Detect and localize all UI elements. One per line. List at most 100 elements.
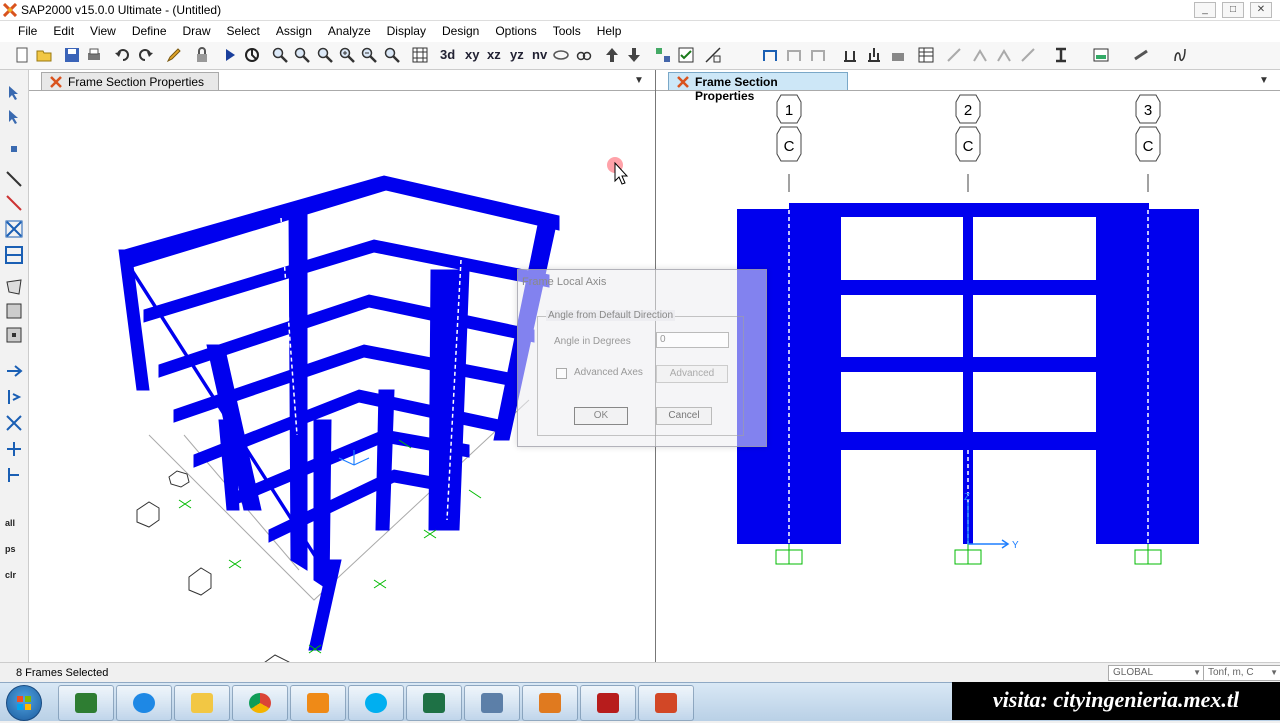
draw-link-icon[interactable] <box>5 362 23 380</box>
assign-frame-icon[interactable] <box>705 47 721 63</box>
taskbar-sap2000[interactable] <box>522 685 578 721</box>
show-grid-icon[interactable] <box>412 47 428 63</box>
tab-3d-view[interactable]: Frame Section Properties <box>41 72 219 90</box>
angle-input[interactable]: 0 <box>656 332 729 348</box>
taskbar-excel[interactable] <box>406 685 462 721</box>
ok-button[interactable]: OK <box>574 407 628 425</box>
menu-design[interactable]: Design <box>434 21 487 42</box>
draw-rect-area-icon[interactable] <box>5 302 23 320</box>
rubber-band-icon[interactable] <box>244 47 260 63</box>
zoom-window-icon[interactable] <box>272 47 288 63</box>
zoom-full-icon[interactable] <box>317 47 333 63</box>
menu-select[interactable]: Select <box>219 21 268 42</box>
display-tables-icon[interactable] <box>918 47 934 63</box>
menu-tools[interactable]: Tools <box>545 21 589 42</box>
undo-icon[interactable] <box>115 47 131 63</box>
menu-edit[interactable]: Edit <box>45 21 82 42</box>
menu-file[interactable]: File <box>0 21 45 42</box>
material-properties-icon[interactable] <box>1133 47 1149 63</box>
new-model-icon[interactable] <box>14 47 30 63</box>
advanced-button[interactable]: Advanced <box>656 365 728 383</box>
joint-restraint-icon[interactable] <box>842 47 858 63</box>
open-folder-icon[interactable] <box>36 47 52 63</box>
select-all-button[interactable]: all <box>5 518 15 528</box>
advanced-axes-checkbox[interactable] <box>556 368 567 379</box>
reshape-icon[interactable] <box>5 108 23 126</box>
coordinate-system-select[interactable]: GLOBAL ▼ <box>1108 665 1204 681</box>
view-nv-button[interactable]: nv <box>532 47 547 62</box>
cancel-button[interactable]: Cancel <box>656 407 712 425</box>
frame-section-icon[interactable] <box>786 47 802 63</box>
section-designer-icon[interactable] <box>1053 47 1069 63</box>
menu-options[interactable]: Options <box>487 21 544 42</box>
pan-icon[interactable] <box>384 47 400 63</box>
maximize-button[interactable]: □ <box>1222 2 1244 18</box>
set-display-options-icon[interactable] <box>678 47 694 63</box>
pointer-icon[interactable] <box>5 84 23 102</box>
zoom-restore-icon[interactable] <box>294 47 310 63</box>
draw-secondary-beams-icon[interactable] <box>5 246 23 264</box>
draw-poly-area-icon[interactable] <box>5 278 23 296</box>
edit-pencil-icon[interactable] <box>166 47 182 63</box>
pane-menu-arrow-icon[interactable]: ▼ <box>634 75 644 86</box>
units-select[interactable]: Tonf, m, C ▼ <box>1203 665 1280 681</box>
show-stresses-icon[interactable] <box>1020 47 1036 63</box>
print-icon[interactable] <box>86 47 102 63</box>
draw-joint-icon[interactable] <box>5 140 23 158</box>
tab-elevation-view[interactable]: Frame Section Properties <box>668 72 848 103</box>
draw-dimension-icon[interactable] <box>5 466 23 484</box>
menu-help[interactable]: Help <box>589 21 630 42</box>
frame-release-icon[interactable] <box>762 47 778 63</box>
save-icon[interactable] <box>64 47 80 63</box>
taskbar-file-explorer[interactable] <box>174 685 230 721</box>
function-icon[interactable] <box>1172 47 1188 63</box>
menu-define[interactable]: Define <box>124 21 175 42</box>
lock-icon[interactable] <box>194 47 210 63</box>
view-xy-button[interactable]: xy <box>465 47 479 62</box>
taskbar-skype[interactable] <box>348 685 404 721</box>
previous-selection-button[interactable]: ps <box>5 544 16 554</box>
draw-tendon-icon[interactable] <box>5 388 23 406</box>
deformed-shape-icon[interactable] <box>946 47 962 63</box>
draw-cable-icon[interactable] <box>5 414 23 432</box>
draw-section-cut-icon[interactable] <box>5 440 23 458</box>
view-3d-button[interactable]: 3d <box>440 47 455 62</box>
shell-forces-icon[interactable] <box>972 47 988 63</box>
view-yz-button[interactable]: yz <box>510 47 524 62</box>
taskbar-media-player[interactable] <box>290 685 346 721</box>
frame-loads-icon[interactable] <box>810 47 826 63</box>
minimize-button[interactable]: _ <box>1194 2 1216 18</box>
taskbar-network-app[interactable] <box>464 685 520 721</box>
pane-menu-arrow-icon[interactable]: ▼ <box>1259 75 1269 86</box>
redo-icon[interactable] <box>137 47 153 63</box>
view-xz-button[interactable]: xz <box>487 47 501 62</box>
zoom-out-icon[interactable] <box>361 47 377 63</box>
start-button[interactable] <box>6 685 42 721</box>
run-analysis-icon[interactable] <box>222 47 238 63</box>
rotate-view-icon[interactable] <box>553 47 569 63</box>
draw-braces-icon[interactable] <box>5 220 23 238</box>
draw-frame-icon[interactable] <box>5 170 23 188</box>
zoom-in-icon[interactable] <box>339 47 355 63</box>
quick-draw-frame-icon[interactable] <box>5 194 23 212</box>
menu-draw[interactable]: Draw <box>175 21 219 42</box>
taskbar-chrome[interactable] <box>232 685 288 721</box>
taskbar-autocad[interactable] <box>580 685 636 721</box>
object-shrink-icon[interactable] <box>655 47 671 63</box>
perspective-icon[interactable] <box>576 47 592 63</box>
area-loads-icon[interactable] <box>890 47 906 63</box>
menu-assign[interactable]: Assign <box>268 21 320 42</box>
menu-view[interactable]: View <box>82 21 124 42</box>
joint-loads-icon[interactable] <box>866 47 882 63</box>
clear-selection-button[interactable]: clr <box>5 570 16 580</box>
taskbar-internet-explorer[interactable] <box>116 685 172 721</box>
frame-forces-icon[interactable] <box>996 47 1012 63</box>
taskbar-project-app[interactable] <box>58 685 114 721</box>
move-down-icon[interactable] <box>626 47 642 63</box>
move-up-icon[interactable] <box>604 47 620 63</box>
quick-draw-area-icon[interactable] <box>5 326 23 344</box>
close-button[interactable]: ✕ <box>1250 2 1272 18</box>
taskbar-powerpoint[interactable] <box>638 685 694 721</box>
menu-analyze[interactable]: Analyze <box>320 21 379 42</box>
menu-display[interactable]: Display <box>379 21 434 42</box>
